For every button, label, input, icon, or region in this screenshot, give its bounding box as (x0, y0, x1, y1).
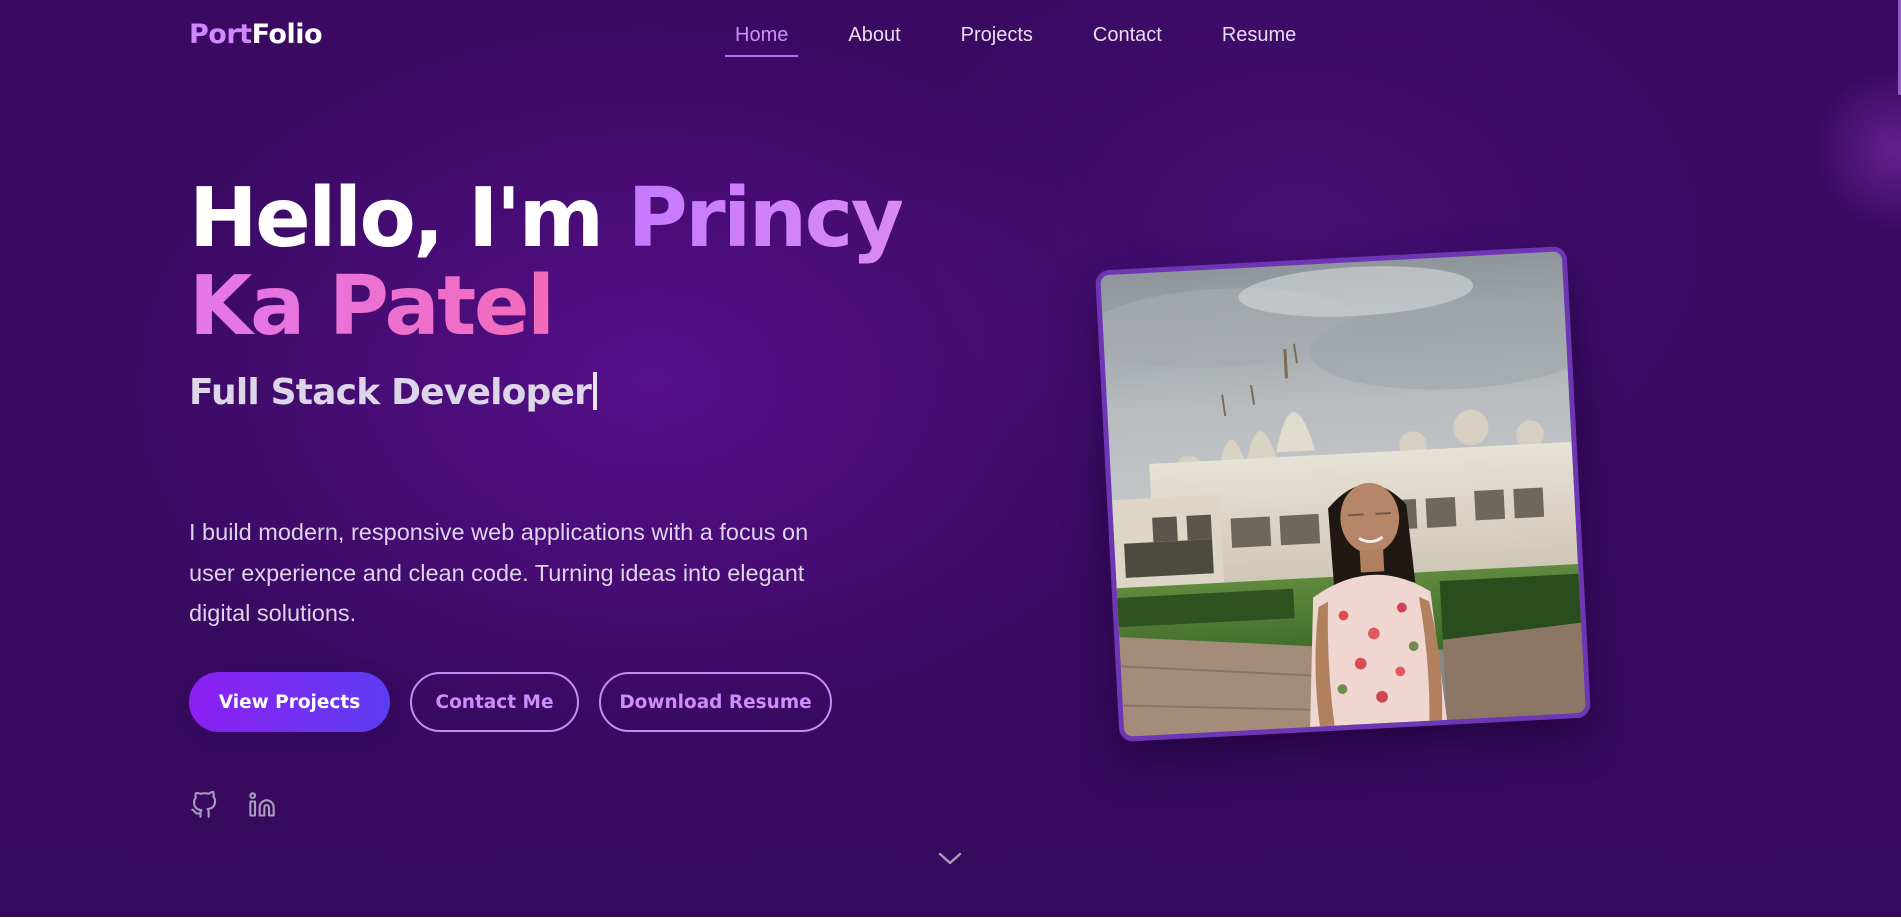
typing-caret (593, 372, 598, 410)
nav-link-resume[interactable]: Resume (1212, 24, 1306, 57)
contact-me-button[interactable]: Contact Me (410, 672, 579, 732)
hero-role: Full Stack Developer (189, 372, 598, 413)
nav-link-home[interactable]: Home (725, 24, 799, 57)
page: PortFolio Home About Projects Contact Re… (0, 0, 1901, 918)
brand-logo[interactable]: PortFolio (189, 19, 323, 50)
hero-description: I build modern, responsive web applicati… (189, 519, 809, 626)
hero-last-name: Ka Patel (189, 259, 555, 354)
nav-link-projects[interactable]: Projects (951, 24, 1043, 57)
brand-logo-part2: Folio (251, 19, 323, 50)
brand-logo-part1: Port (189, 19, 252, 50)
hero-first-name: Princy (627, 171, 905, 266)
linkedin-icon[interactable] (247, 790, 277, 820)
nav-link-contact[interactable]: Contact (1083, 24, 1172, 57)
profile-photo-image (1100, 251, 1586, 737)
view-projects-button[interactable]: View Projects (189, 672, 390, 732)
hero-role-text: Full Stack Developer (189, 372, 592, 413)
nav-link-about[interactable]: About (838, 24, 910, 57)
hero-section: PortFolio Home About Projects Contact Re… (0, 0, 1901, 917)
social-links (189, 790, 277, 820)
chevron-down-icon[interactable] (935, 843, 965, 873)
download-resume-button[interactable]: Download Resume (599, 672, 832, 732)
main-nav: Home About Projects Contact Resume (725, 24, 1306, 57)
hero-greeting: Hello, I'm (189, 171, 604, 266)
hero-heading: Hello, I'm Princy Ka Patel (189, 175, 949, 351)
profile-photo (1094, 245, 1592, 743)
github-icon[interactable] (189, 790, 219, 820)
